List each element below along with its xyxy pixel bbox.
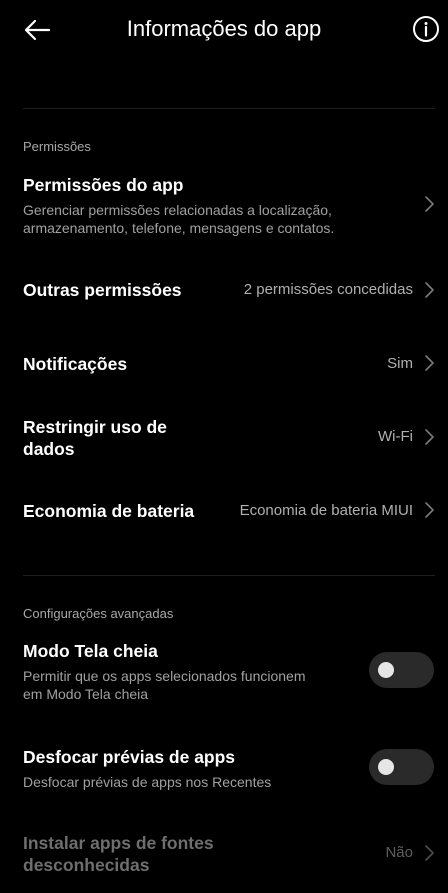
row-value: Wi-Fi: [378, 428, 413, 445]
row-data-usage[interactable]: Restringir uso de dados Wi-Fi: [0, 414, 448, 462]
section-divider: [23, 575, 435, 576]
row-value: Não: [385, 844, 413, 861]
row-title: Outras permissões: [23, 280, 182, 300]
info-circle-icon: [413, 16, 439, 42]
row-subtitle-line2: armazenamento, telefone, mensagens e con…: [23, 220, 335, 236]
page-title: Informações do app: [126, 16, 322, 41]
row-fullscreen-mode[interactable]: Modo Tela cheia Permitir que os apps sel…: [0, 638, 448, 708]
row-title: Modo Tela cheia: [23, 641, 158, 661]
app-header: Informações do app: [0, 0, 448, 62]
row-subtitle-line1: Permitir que os apps selecionados funcio…: [23, 668, 306, 684]
section-label-advanced: Configurações avançadas: [23, 606, 174, 621]
row-notifications[interactable]: Notificações Sim: [0, 343, 448, 383]
row-title-line2: dados: [23, 439, 75, 459]
row-value: Sim: [387, 355, 413, 372]
row-subtitle-line1: Gerenciar permissões relacionadas a loca…: [23, 202, 332, 218]
chevron-right-icon: [424, 281, 435, 299]
row-title: Notificações: [23, 354, 128, 374]
row-app-permissions[interactable]: Permissões do app Gerenciar permissões r…: [0, 170, 448, 242]
row-title-line1: Restringir uso de: [23, 417, 167, 437]
chevron-right-icon: [424, 501, 435, 519]
row-subtitle-line2: em Modo Tela cheia: [23, 686, 149, 702]
chevron-right-icon: [424, 428, 435, 446]
chevron-right-icon: [424, 844, 435, 862]
toggle-knob: [378, 759, 394, 775]
chevron-right-icon: [424, 195, 435, 213]
row-unknown-sources[interactable]: Instalar apps de fontes desconhecidas Nã…: [0, 830, 448, 880]
header-divider: [23, 108, 435, 109]
row-title-line2: desconhecidas: [23, 855, 150, 875]
row-subtitle: Desfocar prévias de apps nos Recentes: [23, 774, 272, 790]
fullscreen-toggle[interactable]: [369, 652, 434, 688]
row-title: Permissões do app: [23, 175, 184, 195]
row-other-permissions[interactable]: Outras permissões 2 permissões concedida…: [0, 270, 448, 310]
blur-previews-toggle[interactable]: [369, 749, 434, 785]
row-title: Desfocar prévias de apps: [23, 747, 236, 767]
row-value: Economia de bateria MIUI: [239, 502, 413, 519]
row-battery-saver[interactable]: Economia de bateria Economia de bateria …: [0, 490, 448, 530]
info-button[interactable]: [412, 15, 440, 43]
section-label-permissions: Permissões: [23, 139, 91, 154]
row-title-line1: Instalar apps de fontes: [23, 833, 214, 853]
row-blur-previews[interactable]: Desfocar prévias de apps Desfocar prévia…: [0, 744, 448, 794]
chevron-right-icon: [424, 354, 435, 372]
toggle-knob: [378, 662, 394, 678]
row-value: 2 permissões concedidas: [243, 281, 413, 298]
row-title: Economia de bateria: [23, 501, 195, 521]
